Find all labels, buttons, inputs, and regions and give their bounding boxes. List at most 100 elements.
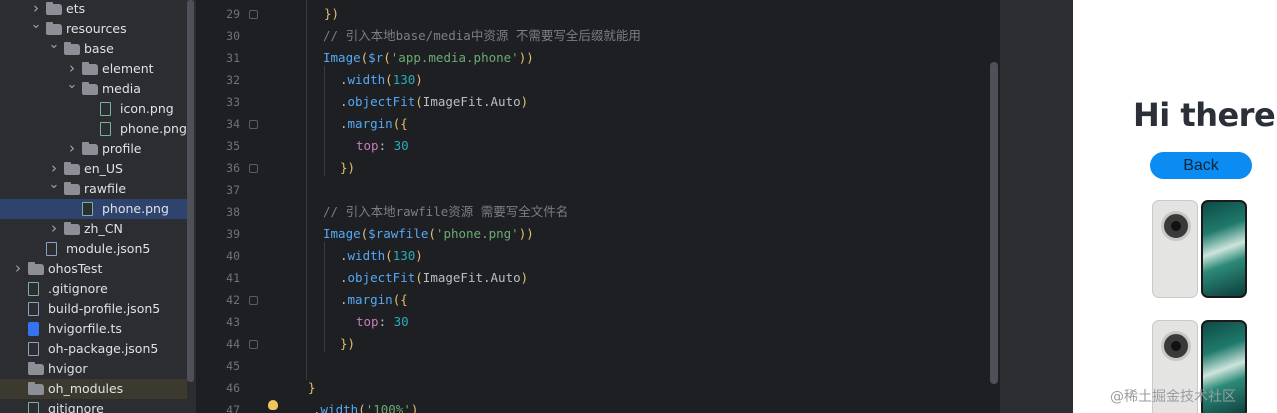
tree-item[interactable]: module.json5 (0, 239, 187, 259)
code-line[interactable]: // 引入本地rawfile资源 需要写全文件名 (323, 201, 568, 223)
fold-marker-icon[interactable] (249, 340, 258, 349)
json-file-icon (46, 242, 57, 256)
phone-back (1152, 200, 1198, 298)
line-number: 39 (226, 227, 240, 241)
project-tree[interactable]: › ets ⌄ resources ⌄ base › element ⌄ media icon.pn… (0, 0, 196, 413)
tree-item-label: phone.png (120, 121, 187, 136)
tree-item-label: media (102, 81, 141, 96)
tree-item[interactable]: gitignore (0, 399, 187, 413)
tree-item[interactable]: oh_modules (0, 379, 187, 399)
folder-icon (82, 82, 98, 95)
tree-item-label: element (102, 61, 154, 76)
tree-item-label: phone.png (102, 201, 169, 216)
tree-item[interactable]: hvigor (0, 359, 187, 379)
tree-item[interactable]: ⌄ media (0, 77, 187, 99)
code-line[interactable]: .margin({ (340, 289, 408, 311)
tree-item[interactable]: › ohosTest (0, 259, 187, 279)
chevron-right-icon[interactable]: › (66, 138, 78, 158)
tree-item-label: oh_modules (48, 381, 124, 396)
folder-icon (64, 42, 80, 55)
tree-item[interactable]: hvigorfile.ts (0, 319, 187, 339)
text-file-icon (28, 282, 39, 296)
code-line[interactable]: }) (324, 3, 339, 25)
tree-item[interactable]: icon.png (0, 99, 187, 119)
chevron-right-icon[interactable]: › (12, 258, 24, 278)
code-line[interactable]: .width('100%') (313, 399, 418, 413)
tree-item[interactable]: ⌄ rawfile (0, 177, 187, 199)
indent-guide (324, 242, 325, 352)
tree-item[interactable]: phone.png (0, 199, 187, 219)
tree-item[interactable]: oh-package.json5 (0, 339, 187, 359)
tree-item-label: .gitignore (48, 281, 108, 296)
folder-icon (28, 262, 44, 275)
line-number: 40 (226, 249, 240, 263)
camera-icon (1161, 211, 1191, 241)
tree-item-label: en_US (84, 161, 123, 176)
line-number: 30 (226, 29, 240, 43)
lightbulb-icon[interactable] (268, 400, 278, 410)
tree-item-label: profile (102, 141, 142, 156)
tree-item[interactable]: › ets (0, 0, 187, 19)
fold-marker-icon[interactable] (249, 164, 258, 173)
hi-there-heading: Hi there (1133, 96, 1276, 134)
folder-icon (46, 22, 62, 35)
watermark: @稀土掘金技术社区 (1110, 389, 1236, 405)
fold-marker-icon[interactable] (249, 296, 258, 305)
tree-item[interactable]: › zh_CN (0, 219, 187, 239)
tree-item[interactable]: phone.png (0, 119, 187, 139)
line-number: 41 (226, 271, 240, 285)
tree-item-label: oh-package.json5 (48, 341, 159, 356)
code-line[interactable]: top: 30 (356, 135, 409, 157)
code-line[interactable]: // 引入本地base/media中资源 不需要写全后缀就能用 (323, 25, 641, 47)
phone-image (1152, 200, 1248, 298)
line-number: 31 (226, 51, 240, 65)
folder-icon (82, 142, 98, 155)
code-line[interactable]: }) (340, 333, 355, 355)
tree-item[interactable]: › en_US (0, 159, 187, 179)
chevron-right-icon[interactable]: › (48, 218, 60, 238)
tree-scrollbar[interactable] (187, 0, 194, 382)
tree-item[interactable]: › profile (0, 139, 187, 159)
chevron-down-icon[interactable]: ⌄ (30, 15, 42, 35)
panel-divider (1000, 0, 1073, 413)
tree-item[interactable]: ⌄ base (0, 37, 187, 59)
tree-item-label: ets (66, 1, 86, 16)
code-line[interactable]: } (308, 377, 316, 399)
ts-file-icon (28, 322, 39, 336)
chevron-down-icon[interactable]: ⌄ (48, 175, 60, 195)
line-number: 36 (226, 161, 240, 175)
chevron-down-icon[interactable]: ⌄ (66, 75, 78, 95)
tree-item-label: hvigorfile.ts (48, 321, 122, 336)
code-line[interactable]: }) (340, 157, 355, 179)
fold-marker-icon[interactable] (249, 120, 258, 129)
line-number: 29 (226, 7, 240, 21)
line-number: 44 (226, 337, 240, 351)
tree-item[interactable]: ⌄ resources (0, 17, 187, 39)
code-line[interactable]: .margin({ (340, 113, 408, 135)
line-number: 32 (226, 73, 240, 87)
image-file-icon (100, 122, 111, 136)
folder-icon (64, 222, 80, 235)
line-number: 34 (226, 117, 240, 131)
code-editor[interactable]: })// 引入本地base/media中资源 不需要写全后缀就能用 Image($… (268, 0, 990, 413)
code-line[interactable]: Image($rawfile('phone.png')) (323, 223, 534, 245)
fold-marker-icon[interactable] (249, 10, 258, 19)
code-line[interactable]: .objectFit(ImageFit.Auto) (340, 91, 528, 113)
editor-scrollbar[interactable] (990, 62, 998, 384)
tree-item[interactable]: build-profile.json5 (0, 299, 187, 319)
line-number: 46 (226, 381, 240, 395)
tree-item-label: base (84, 41, 114, 56)
json-file-icon (28, 342, 39, 356)
folder-icon (28, 382, 44, 395)
code-line[interactable]: .width(130) (340, 245, 423, 267)
tree-item[interactable]: .gitignore (0, 279, 187, 299)
tree-item[interactable]: › element (0, 59, 187, 79)
image-file-icon (100, 102, 111, 116)
chevron-down-icon[interactable]: ⌄ (48, 35, 60, 55)
code-line[interactable]: .width(130) (340, 69, 423, 91)
code-line[interactable]: .objectFit(ImageFit.Auto) (340, 267, 528, 289)
line-number: 42 (226, 293, 240, 307)
code-line[interactable]: top: 30 (356, 311, 409, 333)
code-line[interactable]: Image($r('app.media.phone')) (323, 47, 534, 69)
back-button[interactable]: Back (1150, 152, 1252, 179)
